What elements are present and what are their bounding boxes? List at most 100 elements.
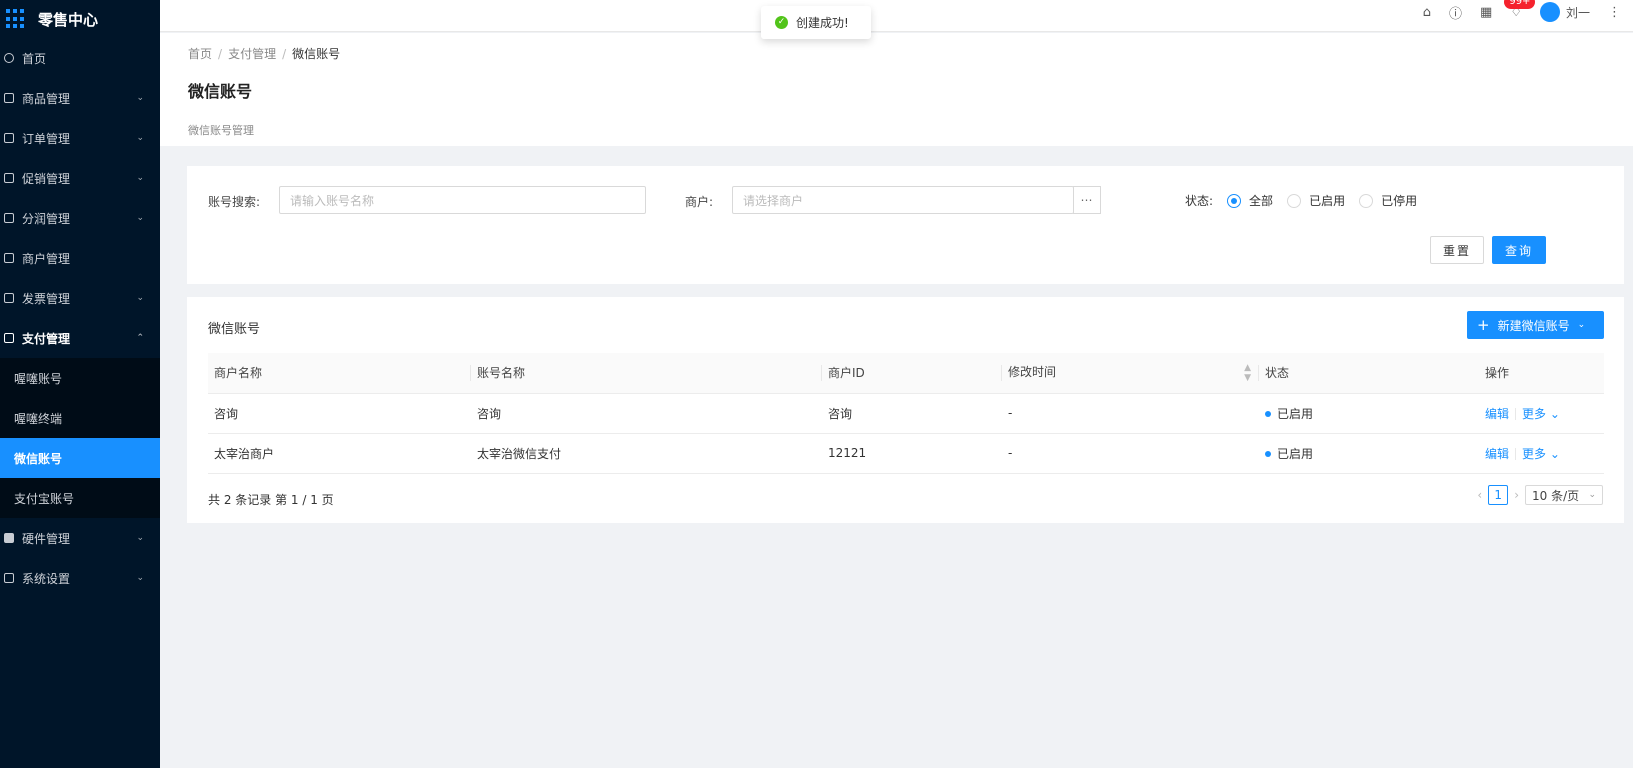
chevron-up-icon: ⌃ [136,333,144,343]
chevron-down-icon: ⌄ [136,213,144,223]
user-name: 刘一 [1565,5,1590,20]
chevron-down-icon: ⌄ [136,133,144,143]
sidebar-item-settings[interactable]: 系统设置 ⌄ [0,558,160,598]
page-title: 微信账号 [188,82,253,101]
edit-link[interactable]: 编辑 [1485,447,1509,461]
edit-link[interactable]: 编辑 [1485,407,1509,421]
more-dropdown[interactable]: 更多 ⌄ [1522,447,1560,461]
shield-icon [4,213,14,223]
sidebar-item-label: 首页 [22,51,47,66]
sort-icon[interactable]: ▲ ▼ [1244,363,1251,383]
sidebar-item-promotions[interactable]: 促销管理 ⌄ [0,158,160,198]
sidebar-item-profit-sharing[interactable]: 分润管理 ⌄ [0,198,160,238]
column-header-modified-time[interactable]: 修改时间 ▲ ▼ [1002,353,1259,394]
home-icon[interactable]: ⌂ [1423,5,1431,20]
notification-bell[interactable]: ♢ 99+ [1504,0,1536,20]
breadcrumb-current: 微信账号 [292,47,341,61]
status-radio-group: 状态: 全部 已启用 已停用 [1185,192,1417,209]
sidebar-item-label: 订单管理 [22,131,71,146]
cell-merchant-id: 咨询 [822,393,1002,434]
merchant-select-input[interactable]: 请选择商户 [732,186,1074,214]
sidebar-item-invoices[interactable]: 发票管理 ⌄ [0,278,160,318]
app-grid-icon [6,9,26,29]
chevron-down-icon: ⌄ [136,293,144,303]
account-search-input[interactable]: 请输入账号名称 [279,186,646,214]
sidebar-item-merchants[interactable]: 商户管理 [0,238,160,278]
more-dropdown[interactable]: 更多 ⌄ [1522,407,1560,421]
table-title: 微信账号 [208,322,261,337]
sidebar-item-products[interactable]: 商品管理 ⌄ [0,78,160,118]
cell-modified: - [1002,393,1259,434]
radio-label: 已停用 [1381,194,1418,208]
status-radio-disabled[interactable]: 已停用 [1359,192,1417,209]
notification-badge: 99+ [1504,0,1536,9]
pagination-total: 共 2 条记录 第 1 / 1 页 [208,493,334,507]
filter-panel: 账号搜索: 请输入账号名称 商户: 请选择商户 ⋯ 状态: 全部 已启用 已停用… [187,166,1624,284]
sidebar-item-hardware[interactable]: 硬件管理 ⌄ [0,518,160,558]
app-title: 零售中心 [38,10,99,29]
sidebar-item-label: 系统设置 [22,571,71,586]
breadcrumb-payments[interactable]: 支付管理 [228,47,276,61]
help-icon[interactable]: ⓘ [1449,3,1462,22]
blocks-icon [4,533,14,543]
cell-merchant-id: 12121 [822,433,1002,474]
wechat-account-table: 商户名称 账号名称 商户ID 修改时间 ▲ ▼ 状态 操作 咨询 咨询 咨询 - 已… [208,353,1604,474]
cell-status: 已启用 [1259,393,1479,434]
sidebar-item-payments[interactable]: 支付管理 ⌃ [0,318,160,358]
sidebar-item-label: 硬件管理 [22,531,71,546]
logo[interactable]: 零售中心 [0,0,160,38]
submenu-item-wosai-account[interactable]: 喔噻账号 [0,358,160,398]
apps-icon[interactable]: ▦ [1480,5,1492,20]
sidebar: 零售中心 首页 商品管理 ⌄ 订单管理 ⌄ 促销管理 ⌄ 分润管理 ⌄ 商户管理… [0,0,160,768]
status-radio-all[interactable]: 全部 [1227,192,1273,209]
status-radio-enabled[interactable]: 已启用 [1287,192,1345,209]
user-menu[interactable]: 刘一 [1539,2,1590,22]
new-wechat-account-button[interactable]: + 新建微信账号 ⌄ [1467,311,1604,339]
chevron-down-icon: ⌄ [1588,490,1596,500]
check-circle-icon: ✓ [775,16,788,29]
sidebar-item-orders[interactable]: 订单管理 ⌄ [0,118,160,158]
account-search-label: 账号搜索: [208,195,261,209]
column-header-status: 状态 [1259,353,1479,394]
radio-label: 已启用 [1309,194,1346,208]
pagination: ‹ 1 › 10 条/页 ⌄ [1477,485,1603,505]
more-vertical-icon[interactable]: ⋮ [1608,5,1621,20]
cell-actions: 编辑 更多 ⌄ [1479,393,1604,434]
payments-submenu: 喔噻账号 喔噻终端 微信账号 支付宝账号 [0,358,160,518]
cell-account: 太宰治微信支付 [471,433,822,474]
sidebar-item-label: 商户管理 [22,251,71,266]
sidebar-item-label: 商品管理 [22,91,71,106]
prev-page-icon[interactable]: ‹ [1477,488,1482,502]
cell-merchant: 咨询 [208,393,471,434]
grid-icon [4,573,14,583]
next-page-icon[interactable]: › [1514,488,1519,502]
query-button[interactable]: 查询 [1492,236,1546,264]
chevron-down-icon: ⌄ [136,573,144,583]
submenu-item-alipay-account[interactable]: 支付宝账号 [0,478,160,518]
calendar-icon [4,173,14,183]
breadcrumb: 首页 / 支付管理 / 微信账号 [188,47,341,61]
new-button-label: 新建微信账号 [1497,318,1570,333]
radio-label: 全部 [1249,194,1274,208]
page-description: 微信账号管理 [188,124,254,137]
reset-button[interactable]: 重置 [1430,236,1484,264]
sidebar-item-label: 支付管理 [22,331,71,346]
page-number-current[interactable]: 1 [1488,485,1509,505]
toast-message: 创建成功! [796,16,849,30]
column-header-account: 账号名称 [471,353,822,394]
sidebar-item-home[interactable]: 首页 [0,38,160,78]
column-header-merchant-id: 商户ID [822,353,1002,394]
page-size-select[interactable]: 10 条/页 ⌄ [1525,485,1603,505]
page-header: 首页 / 支付管理 / 微信账号 微信账号 微信账号管理 [160,33,1633,146]
top-header: ⌂ ⓘ ▦ ♢ 99+ 刘一 ⋮ [160,0,1633,32]
submenu-item-wosai-terminal[interactable]: 喔噻终端 [0,398,160,438]
chevron-down-icon: ⌄ [136,173,144,183]
submenu-item-wechat-account[interactable]: 微信账号 [0,438,160,478]
merchant-picker-button[interactable]: ⋯ [1073,186,1101,214]
success-toast: ✓ 创建成功! [761,6,871,39]
breadcrumb-home[interactable]: 首页 [188,47,212,61]
chevron-down-icon: ⌄ [1549,406,1560,421]
sidebar-item-label: 促销管理 [22,171,71,186]
grid-icon [4,253,14,263]
status-text: 已启用 [1277,406,1314,421]
